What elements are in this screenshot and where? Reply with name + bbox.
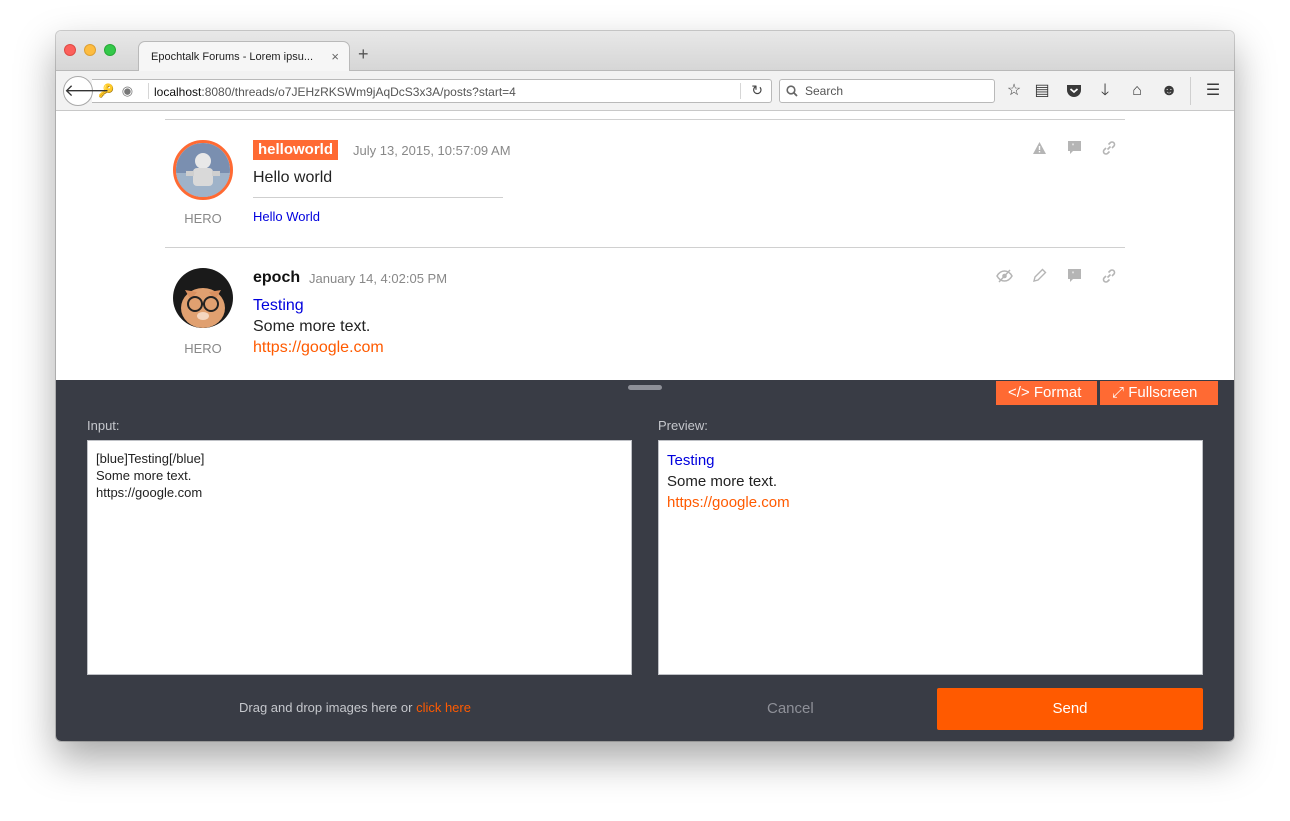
toolbar-separator <box>1190 77 1191 105</box>
browser-tab[interactable]: Epochtalk Forums - Lorem ipsu... × <box>138 41 350 72</box>
user-role: HERO <box>184 341 222 356</box>
resize-handle[interactable] <box>628 385 662 390</box>
username-badge[interactable]: helloworld <box>253 140 338 160</box>
zoom-window-button[interactable] <box>104 44 116 56</box>
url-path: :8080/threads/o7JEHzRKSWm9jAqDcS3x3A/pos… <box>201 85 516 99</box>
nav-toolbar: 🔑 ◉ localhost:8080/threads/o7JEHzRKSWm9j… <box>56 71 1234 111</box>
quote-icon[interactable]: " <box>1064 140 1084 159</box>
link-icon[interactable] <box>1099 268 1119 288</box>
report-icon[interactable] <box>1029 141 1049 159</box>
browser-window: Epochtalk Forums - Lorem ipsu... × + 🔑 ◉… <box>56 31 1234 741</box>
code-icon: </> <box>1008 384 1030 401</box>
preview-label: Preview: <box>658 418 708 433</box>
preview-blue-text: Testing <box>667 452 715 469</box>
menu-icon[interactable]: ☰ <box>1203 81 1223 101</box>
expand-icon: ⤢ <box>1112 384 1125 401</box>
post-body-link[interactable]: https://google.com <box>253 339 384 357</box>
svg-text:": " <box>1071 143 1074 150</box>
reading-list-icon[interactable]: ▤ <box>1032 81 1052 101</box>
link-icon[interactable] <box>1099 140 1119 160</box>
pocket-icon[interactable] <box>1064 81 1084 104</box>
post-body-line: Some more text. <box>253 318 371 335</box>
image-dropzone[interactable]: Drag and drop images here or click here <box>239 700 471 715</box>
post-timestamp[interactable]: January 14, 4:02:05 PM <box>309 271 447 286</box>
back-button[interactable]: 🡐 <box>63 76 110 106</box>
input-textarea[interactable]: [blue]Testing[/blue] Some more text. htt… <box>87 440 632 675</box>
svg-text:": " <box>1071 271 1074 278</box>
avatar[interactable] <box>173 268 233 328</box>
upload-link[interactable]: click here <box>416 700 471 715</box>
new-tab-button[interactable]: + <box>358 45 369 63</box>
tab-title: Epochtalk Forums - Lorem ipsu... <box>151 51 314 63</box>
close-window-button[interactable] <box>64 44 76 56</box>
search-bar[interactable] <box>779 79 995 103</box>
home-icon[interactable]: ⌂ <box>1127 81 1147 101</box>
post-body-blue: Testing <box>253 297 304 314</box>
format-button[interactable]: </> Format <box>996 381 1097 405</box>
reply-editor: </> Format ⤢ Fullscreen Input: Preview: … <box>56 380 1234 741</box>
quote-icon[interactable]: " <box>1064 268 1084 287</box>
smiley-icon[interactable]: ☻ <box>1159 81 1179 101</box>
url-bar[interactable]: 🔑 ◉ localhost:8080/threads/o7JEHzRKSWm9j… <box>92 79 772 103</box>
preview-text-line: Some more text. <box>667 473 778 490</box>
username[interactable]: epoch <box>253 269 300 287</box>
dropzone-text: Drag and drop images here or <box>239 700 413 715</box>
reload-separator <box>740 83 741 99</box>
minimize-window-button[interactable] <box>84 44 96 56</box>
preview-pane: Testing Some more text. https://google.c… <box>658 440 1203 675</box>
thread-page: HERO helloworld July 13, 2015, 10:57:09 … <box>56 111 1234 380</box>
arrow-left-icon: 🡐 <box>64 81 110 100</box>
post-signature: Hello World <box>253 209 320 224</box>
preview-link[interactable]: https://google.com <box>667 492 790 513</box>
url-text[interactable]: localhost:8080/threads/o7JEHzRKSWm9jAqDc… <box>154 85 516 99</box>
search-icon <box>786 83 798 100</box>
format-button-label: Format <box>1033 384 1082 401</box>
tab-close-icon[interactable]: × <box>331 49 339 64</box>
hide-icon[interactable] <box>994 269 1014 287</box>
tab-strip: Epochtalk Forums - Lorem ipsu... × + <box>56 31 1234 72</box>
post-body: Hello world <box>253 169 333 186</box>
cancel-button[interactable]: Cancel <box>767 700 814 717</box>
avatar[interactable] <box>173 140 233 200</box>
bookmark-star-icon[interactable]: ☆ <box>1004 81 1024 101</box>
url-separator <box>148 83 149 99</box>
send-button[interactable]: Send <box>937 688 1203 730</box>
fullscreen-button[interactable]: ⤢ Fullscreen <box>1100 381 1218 405</box>
post-item: HERO epoch January 14, 4:02:05 PM Testin… <box>165 247 1125 380</box>
fullscreen-button-label: Fullscreen <box>1128 384 1198 401</box>
input-textarea-value: [blue]Testing[/blue] Some more text. htt… <box>96 451 205 500</box>
input-label: Input: <box>87 418 120 433</box>
preview-content: Testing Some more text. https://google.c… <box>667 450 790 513</box>
url-host: localhost <box>154 85 202 99</box>
search-input[interactable] <box>805 84 985 98</box>
signature-divider <box>253 197 503 198</box>
edit-icon[interactable] <box>1029 268 1049 287</box>
reload-icon[interactable]: ↻ <box>751 82 763 99</box>
download-icon[interactable]: 🡓 <box>1095 81 1115 101</box>
post-item: HERO helloworld July 13, 2015, 10:57:09 … <box>165 119 1125 247</box>
user-role: HERO <box>184 211 222 226</box>
post-timestamp[interactable]: July 13, 2015, 10:57:09 AM <box>353 143 511 158</box>
